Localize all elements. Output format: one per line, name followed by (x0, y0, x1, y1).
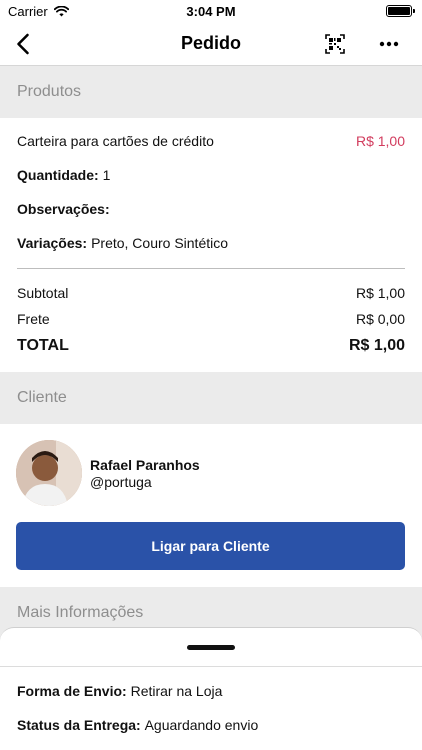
shipping-row: Frete R$ 0,00 (17, 311, 405, 327)
delivery-status-value: Aguardando envio (144, 717, 259, 733)
notes-label: Observações: (17, 201, 110, 217)
variations-row: Variações: Preto, Couro Sintético (17, 235, 405, 251)
subtotal-label: Subtotal (17, 285, 69, 301)
order-screen: Carrier 3:04 PM Pedido Produtos Carteira… (0, 0, 422, 750)
more-options-button[interactable] (376, 31, 402, 57)
client-handle: @portuga (90, 474, 152, 490)
products-divider (17, 268, 405, 269)
chevron-left-icon (17, 33, 29, 55)
product-row: Carteira para cartões de crédito R$ 1,00 (17, 133, 405, 149)
variations-label: Variações: (17, 235, 88, 251)
drag-handle[interactable] (187, 645, 235, 650)
more-dots-icon (379, 41, 399, 47)
avatar[interactable] (16, 440, 82, 506)
total-value: R$ 1,00 (348, 337, 405, 354)
total-row: TOTAL R$ 1,00 (17, 337, 405, 355)
variations-value: Preto, Couro Sintético (91, 235, 229, 251)
bottom-sheet: Forma de Envio: Retirar na Loja Status d… (0, 627, 422, 750)
status-bar: Carrier 3:04 PM (0, 0, 422, 22)
client-photo (16, 440, 82, 506)
quantity-row: Quantidade: 1 (17, 167, 405, 183)
qr-code-icon (325, 34, 345, 54)
call-client-button[interactable]: Ligar para Cliente (16, 522, 405, 570)
subtotal-value: R$ 1,00 (355, 285, 405, 301)
status-time: 3:04 PM (186, 3, 236, 19)
products-section-header: Produtos (0, 66, 422, 118)
shipping-method-row: Forma de Envio: Retirar na Loja (17, 683, 222, 699)
navigation-bar: Pedido (0, 22, 422, 66)
battery-icon (386, 5, 415, 17)
shipping-method-label: Forma de Envio: (17, 683, 131, 699)
notes-row: Observações: (17, 201, 405, 217)
quantity-value: 1 (102, 167, 111, 183)
product-price: R$ 1,00 (355, 133, 405, 149)
total-label: TOTAL (17, 337, 69, 354)
shipping-label: Frete (17, 311, 50, 327)
subtotal-row: Subtotal R$ 1,00 (17, 285, 405, 301)
sheet-handle-area[interactable] (0, 628, 422, 667)
quantity-label: Quantidade: (17, 167, 99, 183)
delivery-status-row: Status da Entrega: Aguardando envio (17, 717, 258, 733)
shipping-value: R$ 0,00 (355, 311, 405, 327)
product-name: Carteira para cartões de crédito (17, 133, 214, 149)
client-name: Rafael Paranhos (90, 457, 200, 473)
qr-code-button[interactable] (322, 31, 348, 57)
delivery-status-label: Status da Entrega: (17, 717, 145, 733)
shipping-method-value: Retirar na Loja (130, 683, 223, 699)
back-button[interactable] (10, 31, 36, 57)
client-section-header: Cliente (0, 372, 422, 424)
page-title: Pedido (180, 33, 241, 53)
